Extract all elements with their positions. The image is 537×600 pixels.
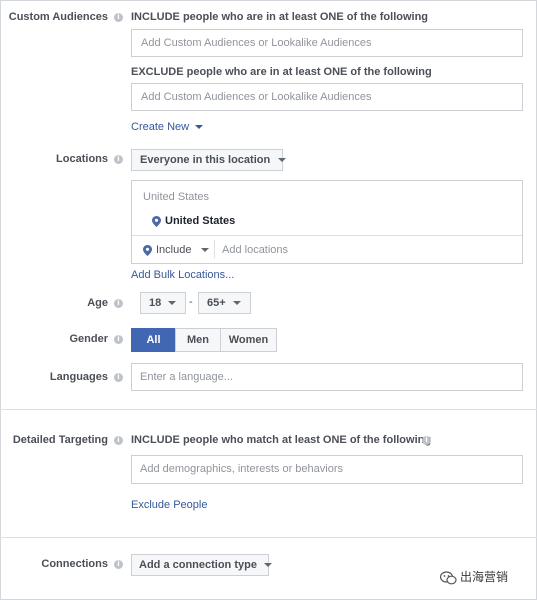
chevron-down-icon [278, 158, 287, 163]
custom-audiences-include-input[interactable]: Add Custom Audiences or Lookalike Audien… [131, 29, 523, 57]
info-icon[interactable]: i [114, 335, 123, 344]
detailed-targeting-label: Detailed Targeting [12, 434, 108, 446]
age-max-value: 65+ [207, 297, 226, 309]
include-dropdown[interactable]: Include [143, 244, 209, 256]
exclude-people-link[interactable]: Exclude People [131, 499, 207, 511]
info-icon[interactable]: i [114, 299, 123, 308]
watermark: 出海营销 [439, 568, 509, 585]
info-icon[interactable]: i [114, 155, 123, 164]
age-min-value: 18 [149, 297, 162, 309]
chevron-down-icon [232, 301, 241, 306]
add-bulk-locations-link[interactable]: Add Bulk Locations... [131, 269, 234, 281]
section-divider [0, 409, 537, 410]
connection-type-dropdown[interactable]: Add a connection type [131, 554, 273, 576]
custom-audiences-exclude-input[interactable]: Add Custom Audiences or Lookalike Audien… [131, 83, 523, 111]
selected-location-label: United States [165, 215, 236, 227]
include-dropdown-label: Include [156, 244, 192, 256]
chevron-down-icon [195, 125, 204, 130]
info-icon[interactable]: i [114, 373, 123, 382]
languages-input[interactable]: Enter a language... [131, 363, 523, 391]
chevron-down-icon [264, 563, 273, 568]
wechat-icon [439, 571, 457, 585]
info-icon[interactable]: i [422, 436, 431, 445]
age-label: Age [87, 297, 108, 309]
location-type-dropdown[interactable]: Everyone in this location [131, 149, 287, 171]
custom-audiences-exclude-heading: EXCLUDE people who are in at least ONE o… [131, 66, 432, 78]
info-icon[interactable]: i [114, 13, 123, 22]
location-pin-icon [152, 215, 161, 227]
gender-label: Gender [69, 333, 108, 345]
languages-label: Languages [49, 371, 108, 383]
section-divider [0, 537, 537, 538]
location-pin-icon [143, 244, 152, 256]
custom-audiences-include-heading: INCLUDE people who are in at least ONE o… [131, 11, 429, 23]
detailed-targeting-input[interactable]: Add demographics, interests or behaviors [131, 455, 523, 484]
connection-type-label: Add a connection type [139, 559, 257, 571]
location-type-value: Everyone in this location [140, 154, 271, 166]
locations-label: Locations [56, 153, 108, 165]
age-min-dropdown[interactable]: 18 [140, 292, 186, 314]
location-divider [132, 235, 522, 236]
custom-audiences-label: Custom Audiences [8, 11, 108, 23]
create-new-button[interactable]: Create New [131, 121, 204, 133]
age-max-dropdown[interactable]: 65+ [198, 292, 251, 314]
location-box: United States United States Include Add … [131, 180, 523, 264]
gender-men-button[interactable]: Men [175, 328, 221, 352]
info-icon[interactable]: i [114, 436, 123, 445]
connections-label: Connections [41, 558, 108, 570]
age-separator: - [189, 296, 193, 308]
chevron-down-icon [168, 301, 177, 306]
detailed-targeting-heading: INCLUDE people who match at least ONE of… [131, 434, 432, 446]
location-group-header: United States [143, 191, 210, 203]
selected-location: United States [152, 215, 235, 227]
gender-women-button[interactable]: Women [220, 328, 277, 352]
include-separator [214, 240, 215, 258]
watermark-text: 出海营销 [460, 570, 509, 584]
chevron-down-icon [200, 248, 209, 253]
info-icon[interactable]: i [114, 560, 123, 569]
gender-all-button[interactable]: All [131, 328, 176, 352]
add-locations-input[interactable]: Add locations [222, 244, 512, 256]
create-new-label: Create New [131, 121, 190, 133]
